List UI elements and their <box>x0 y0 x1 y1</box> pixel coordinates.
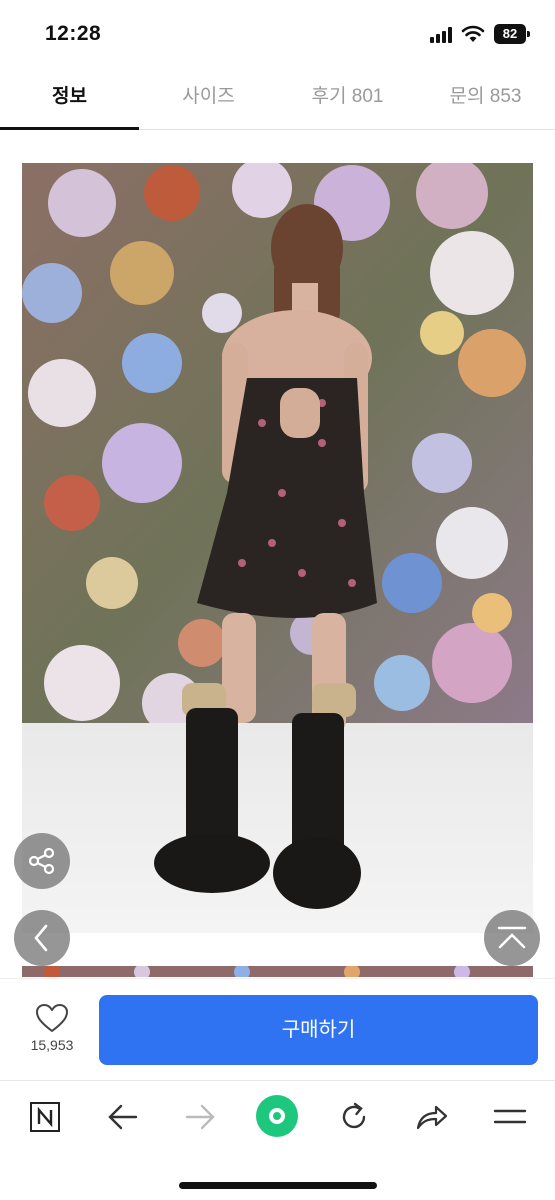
buy-button[interactable]: 구매하기 <box>99 995 538 1065</box>
purchase-bar: 15,953 구매하기 <box>0 978 555 1080</box>
menu-button[interactable] <box>488 1095 532 1139</box>
prev-image-button[interactable] <box>14 910 70 966</box>
back-button[interactable] <box>101 1095 145 1139</box>
naver-icon <box>30 1102 60 1132</box>
product-photo[interactable] <box>22 163 533 933</box>
scroll-top-button[interactable] <box>484 910 540 966</box>
share-icon <box>28 847 55 875</box>
wifi-icon <box>461 24 485 44</box>
forward-button[interactable] <box>178 1095 222 1139</box>
tab-active-indicator <box>0 127 139 130</box>
status-time: 12:28 <box>45 22 102 45</box>
share-button[interactable] <box>14 833 70 889</box>
next-photo-preview <box>22 965 533 977</box>
tab-size[interactable]: 사이즈 <box>139 72 278 130</box>
reload-icon <box>342 1102 366 1129</box>
heart-icon <box>36 1004 68 1032</box>
forward-arrow-icon <box>185 1104 215 1130</box>
like-count: 15,953 <box>30 1037 74 1053</box>
page: 12:28 82 정보 사이즈 후기 801 문의 853 15,953 구매하… <box>0 0 555 1200</box>
menu-icon <box>493 1109 527 1124</box>
green-dot-button[interactable] <box>254 1093 300 1139</box>
like-button[interactable]: 15,953 <box>18 1003 86 1063</box>
tab-info[interactable]: 정보 <box>0 72 139 130</box>
scroll-top-icon <box>497 926 527 949</box>
tab-reviews[interactable]: 후기 801 <box>278 72 417 130</box>
signal-icon <box>430 27 454 43</box>
chevron-left-icon <box>34 924 48 952</box>
battery-icon: 82 <box>494 24 530 44</box>
green-dot-icon <box>256 1095 298 1137</box>
status-bar: 12:28 82 <box>0 0 555 70</box>
share-page-button[interactable] <box>410 1095 454 1139</box>
home-indicator <box>179 1182 377 1189</box>
tab-inquiries[interactable]: 문의 853 <box>416 72 555 130</box>
back-arrow-icon <box>108 1104 138 1130</box>
share-arrow-icon <box>416 1105 448 1130</box>
battery-level: 82 <box>494 24 526 44</box>
reload-button[interactable] <box>332 1095 376 1139</box>
naver-home-button[interactable] <box>23 1095 67 1139</box>
tab-bar: 정보 사이즈 후기 801 문의 853 <box>0 72 555 130</box>
